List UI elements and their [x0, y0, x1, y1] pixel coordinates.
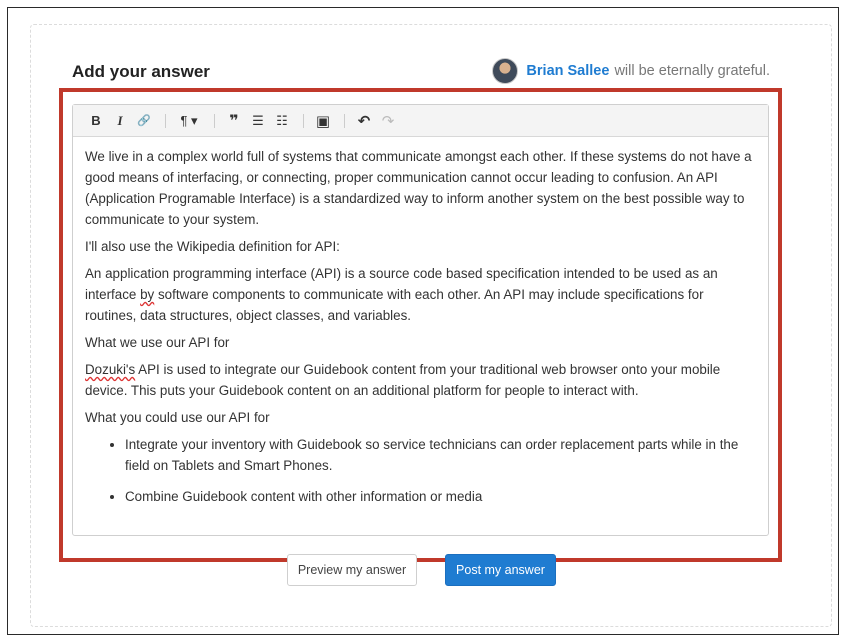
toolbar-divider: [214, 113, 215, 128]
toolbar-divider: [344, 113, 345, 128]
grateful-text: will be eternally grateful.: [614, 63, 770, 79]
bulleted-list-icon[interactable]: ☰: [247, 110, 269, 132]
answer-editor[interactable]: B I 🔗 ¶ ▾ ❞ ☰ ☷ ▣ ↶ ↷ We live in a compl…: [72, 104, 769, 536]
paragraph-icon[interactable]: ¶ ▾: [174, 110, 204, 132]
page-title: Add your answer: [72, 62, 210, 81]
grateful-note: Brian Sallee will be eternally grateful.: [492, 58, 770, 84]
paragraph-dozuki: Dozuki's API is used to integrate our Gu…: [85, 359, 756, 401]
spellcheck-word: Dozuki's: [85, 362, 136, 377]
toolbar-divider: [165, 113, 166, 128]
editor-content[interactable]: We live in a complex world full of syste…: [73, 137, 768, 507]
paragraph-heading-use: What we use our API for: [85, 335, 230, 350]
italic-icon[interactable]: I: [109, 110, 131, 132]
preview-answer-button[interactable]: Preview my answer: [287, 554, 417, 586]
post-answer-button[interactable]: Post my answer: [445, 554, 556, 586]
avatar[interactable]: [492, 58, 519, 84]
redo-icon[interactable]: ↷: [377, 110, 399, 132]
list-item: Integrate your inventory with Guidebook …: [125, 434, 756, 476]
toolbar-divider: [303, 113, 304, 128]
paragraph-heading-could-use: What you could use our API for: [85, 410, 270, 425]
paragraph-definition: An application programming interface (AP…: [85, 263, 756, 326]
undo-icon[interactable]: ↶: [353, 110, 375, 132]
text-run: API is used to integrate our Guidebook c…: [85, 362, 721, 398]
paragraph-intro: We live in a complex world full of syste…: [85, 149, 752, 227]
image-icon[interactable]: ▣: [312, 110, 334, 132]
link-icon[interactable]: 🔗: [133, 110, 155, 132]
numbered-list-icon[interactable]: ☷: [271, 110, 293, 132]
spellcheck-word: by: [140, 287, 155, 302]
use-case-list: Integrate your inventory with Guidebook …: [85, 434, 756, 507]
editor-toolbar: B I 🔗 ¶ ▾ ❞ ☰ ☷ ▣ ↶ ↷: [73, 105, 768, 137]
text-run: software components to communicate with …: [85, 287, 704, 323]
list-item: Combine Guidebook content with other inf…: [125, 486, 756, 507]
bold-icon[interactable]: B: [85, 110, 107, 132]
paragraph-definition-lead: I'll also use the Wikipedia definition f…: [85, 239, 340, 254]
quote-icon[interactable]: ❞: [223, 110, 245, 132]
user-name-link[interactable]: Brian Sallee: [526, 63, 609, 79]
